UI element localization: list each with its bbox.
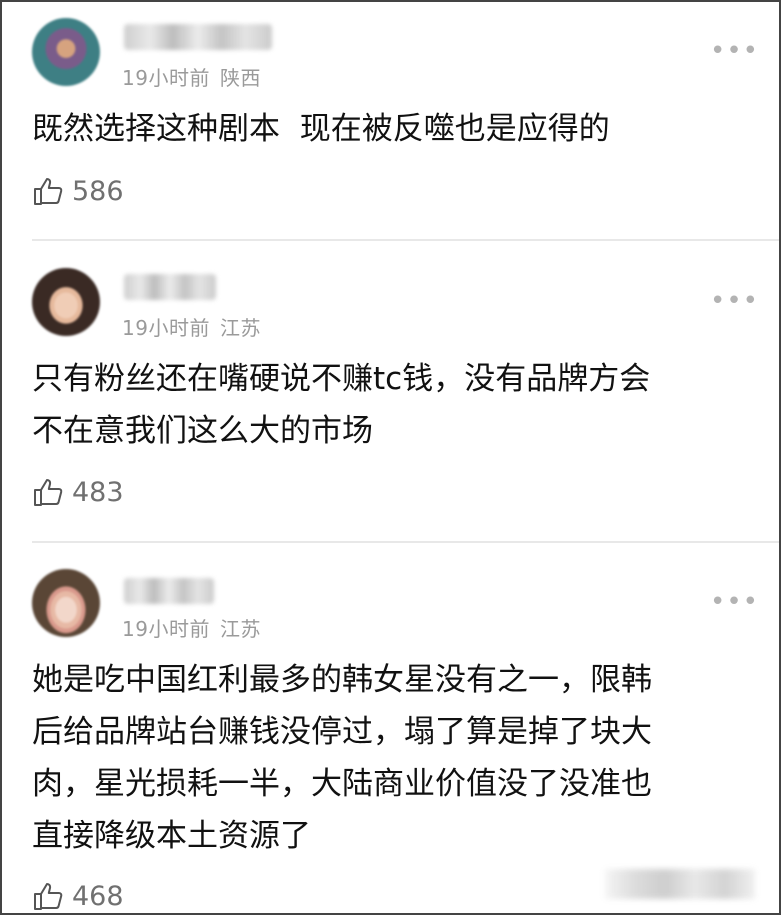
like-button[interactable]: 483 [32, 474, 124, 510]
comment-text: 只有粉丝还在嘴硬说不赚tc钱，没有品牌方会 不在意我们这么大的市场 [32, 361, 651, 449]
location: 江苏 [219, 617, 261, 641]
like-count: 483 [72, 476, 124, 508]
location: 江苏 [219, 316, 261, 340]
divider [32, 239, 779, 241]
username-blurred[interactable] [124, 274, 216, 300]
more-dots-icon[interactable]: ••• [710, 36, 759, 66]
timestamp: 19小时前 [122, 66, 210, 90]
thumbs-up-icon [34, 178, 63, 205]
avatar[interactable] [32, 268, 100, 336]
divider [32, 541, 779, 543]
comment-list-frame: 19小时前 陕西 ••• 既然选择这种剧本 现在被反噬也是应得的 586 19小时… [0, 0, 781, 915]
username-blurred[interactable] [124, 578, 214, 604]
like-button[interactable]: 586 [32, 173, 124, 209]
more-dots-icon[interactable]: ••• [710, 587, 759, 617]
avatar[interactable] [32, 18, 100, 86]
comment-text: 既然选择这种剧本 现在被反噬也是应得的 [32, 111, 610, 147]
comment-meta: 19小时前 江苏 [122, 613, 261, 642]
timestamp: 19小时前 [122, 316, 210, 340]
avatar[interactable] [32, 569, 100, 637]
comment-meta: 19小时前 江苏 [122, 312, 261, 341]
comment-text: 她是吃中国红利最多的韩女星没有之一，限韩 后给品牌站台赚钱没停过，塌了算是掉了块… [32, 662, 652, 854]
comment-meta: 19小时前 陕西 [122, 62, 261, 91]
more-dots-icon[interactable]: ••• [710, 286, 759, 316]
watermark-blurred [605, 869, 755, 899]
timestamp: 19小时前 [122, 617, 210, 641]
thumbs-up-icon [34, 883, 63, 910]
like-count: 586 [72, 175, 124, 207]
like-button[interactable]: 468 [32, 878, 124, 913]
like-count: 468 [72, 880, 124, 912]
location: 陕西 [219, 66, 261, 90]
thumbs-up-icon [34, 479, 63, 506]
username-blurred[interactable] [124, 24, 272, 50]
